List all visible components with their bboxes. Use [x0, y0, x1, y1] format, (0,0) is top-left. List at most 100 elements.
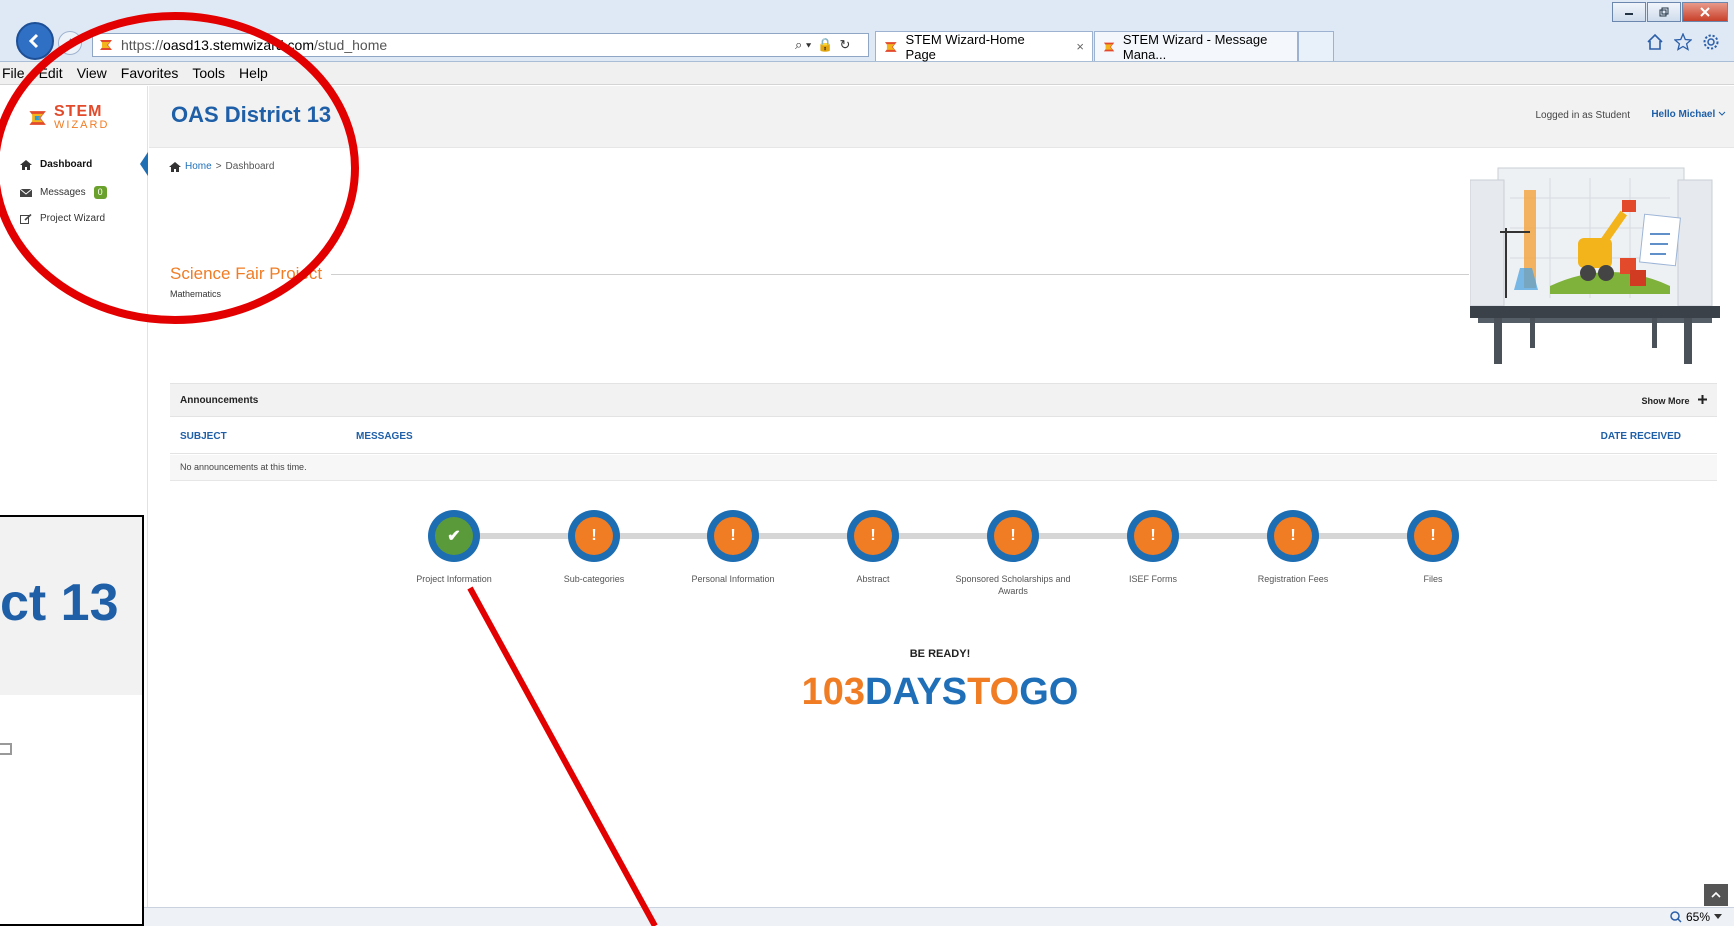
home-icon: [20, 159, 32, 170]
logo-text-wizard: WIZARD: [54, 119, 110, 131]
column-date-received[interactable]: DATE RECEIVED: [1601, 431, 1681, 442]
menu-edit[interactable]: Edit: [39, 65, 63, 81]
sidebar-item-messages[interactable]: Messages 0: [20, 186, 107, 199]
empty-state-message: No announcements at this time.: [180, 462, 307, 472]
home-icon: [169, 161, 181, 172]
countdown-to: TO: [967, 671, 1020, 713]
warning-icon: !: [854, 517, 892, 555]
countdown-display: 103DAYSTOGO: [740, 671, 1140, 714]
envelope-icon: [20, 188, 32, 197]
project-category: Mathematics: [170, 289, 222, 299]
stem-wizard-favicon-icon: [1103, 42, 1115, 51]
breadcrumb: Home > Dashboard: [169, 161, 274, 172]
menu-view[interactable]: View: [77, 65, 107, 81]
zoom-control[interactable]: 65%: [1670, 910, 1722, 924]
step-status-ring: !: [707, 510, 759, 562]
step-label: Files: [1423, 574, 1443, 584]
minimize-icon: [1625, 13, 1633, 15]
progress-step[interactable]: ✔ Project Information: [384, 510, 524, 585]
zoom-inset: ct 13: [0, 515, 144, 926]
progress-step[interactable]: ! Abstract: [803, 510, 943, 585]
menu-bar: File Edit View Favorites Tools Help: [0, 62, 1734, 85]
favorites-star-icon[interactable]: [1674, 33, 1692, 51]
arrow-left-icon: [28, 33, 39, 49]
address-bar[interactable]: https://oasd13.stemwizard.com/stud_home: [92, 33, 869, 57]
progress-step[interactable]: ! ISEF Forms: [1083, 510, 1223, 585]
zoom-icon: [1670, 911, 1682, 923]
divider: [331, 274, 1469, 275]
tab-home-page[interactable]: STEM Wizard-Home Page ×: [875, 31, 1093, 62]
new-tab-button[interactable]: [1298, 31, 1334, 61]
window-controls: [1612, 2, 1728, 22]
step-status-ring: ✔: [428, 510, 480, 562]
inset-zoomed-title: ct 13: [0, 574, 119, 632]
browser-toolbar-icons: [1646, 33, 1720, 51]
zoom-level: 65%: [1685, 910, 1710, 924]
back-button[interactable]: [16, 22, 54, 60]
warning-icon: !: [1414, 517, 1452, 555]
menu-file[interactable]: File: [2, 65, 25, 81]
close-tab-icon[interactable]: ×: [1076, 39, 1084, 54]
url-path: /stud_home: [313, 37, 388, 53]
user-menu[interactable]: Hello Michael: [1651, 109, 1726, 120]
page-title: OAS District 13: [171, 102, 332, 127]
home-icon[interactable]: [1646, 33, 1664, 51]
lock-icon[interactable]: 🔒: [817, 37, 833, 53]
close-window-button[interactable]: [1682, 2, 1728, 22]
messages-count-badge: 0: [93, 186, 107, 199]
step-status-ring: !: [568, 510, 620, 562]
logo-text-stem: STEM: [54, 103, 103, 120]
project-title: Science Fair Project: [170, 264, 323, 283]
menu-tools[interactable]: Tools: [192, 65, 225, 81]
progress-step[interactable]: ! Personal Information: [663, 510, 803, 585]
tab-message-manager[interactable]: STEM Wizard - Message Mana...: [1094, 31, 1298, 62]
forward-button[interactable]: [58, 31, 82, 55]
sidebar-item-label: Dashboard: [40, 159, 93, 170]
step-label: Registration Fees: [1257, 574, 1329, 584]
progress-step[interactable]: ! Files: [1363, 510, 1503, 585]
progress-step[interactable]: ! Registration Fees: [1223, 510, 1363, 585]
address-tools: ⌕ ▾ 🔒 ↻: [795, 37, 850, 53]
stem-wizard-logo[interactable]: STEM WIZARD: [28, 104, 109, 131]
menu-favorites[interactable]: Favorites: [121, 65, 179, 81]
warning-icon: !: [1274, 517, 1312, 555]
refresh-icon[interactable]: ↻: [840, 37, 851, 53]
chevron-down-icon: [1718, 111, 1726, 116]
sidebar-item-label: Messages: [40, 187, 86, 198]
menu-help[interactable]: Help: [239, 65, 268, 81]
settings-gear-icon[interactable]: [1702, 33, 1720, 51]
science-lab-illustration: [1470, 167, 1720, 364]
announcements-panel-header: Announcements Show More: [170, 383, 1717, 417]
sidebar-item-dashboard[interactable]: Dashboard: [20, 159, 92, 170]
countdown-go: GO: [1019, 671, 1079, 713]
show-more-button[interactable]: Show More: [1641, 395, 1707, 406]
page-header: OAS District 13 Logged in as Student Hel…: [149, 86, 1734, 148]
sidebar-item-label: Project Wizard: [40, 213, 106, 224]
scroll-to-top-button[interactable]: [1704, 884, 1728, 906]
annotation-line: [467, 586, 658, 926]
countdown-heading: BE READY!: [909, 648, 971, 660]
search-dropdown-icon[interactable]: ⌕ ▾: [795, 37, 811, 53]
user-greeting: Hello Michael: [1651, 109, 1716, 120]
sidebar-item-project-wizard[interactable]: Project Wizard: [20, 213, 105, 224]
restore-button[interactable]: [1647, 2, 1681, 22]
column-subject[interactable]: SUBJECT: [180, 431, 227, 442]
column-messages[interactable]: MESSAGES: [356, 431, 413, 442]
breadcrumb-home-link[interactable]: Home: [185, 161, 212, 172]
chevron-down-icon: [1714, 914, 1722, 919]
warning-icon: !: [1134, 517, 1172, 555]
step-label: Abstract: [856, 574, 890, 584]
browser-chrome: https://oasd13.stemwizard.com/stud_home …: [0, 0, 1734, 62]
minimize-button[interactable]: [1612, 2, 1646, 22]
warning-icon: !: [994, 517, 1032, 555]
close-icon: [1700, 7, 1710, 17]
progress-step[interactable]: ! Sponsored Scholarships and Awards: [943, 510, 1083, 597]
tab-label: STEM Wizard-Home Page: [905, 31, 1025, 62]
countdown-days-word: DAYS: [865, 671, 968, 713]
progress-step[interactable]: ! Sub-categories: [524, 510, 664, 585]
checkmark-icon: ✔: [435, 517, 473, 555]
step-status-ring: !: [847, 510, 899, 562]
step-status-ring: !: [1267, 510, 1319, 562]
arrow-right-icon: [66, 38, 76, 48]
breadcrumb-current: Dashboard: [225, 161, 275, 172]
